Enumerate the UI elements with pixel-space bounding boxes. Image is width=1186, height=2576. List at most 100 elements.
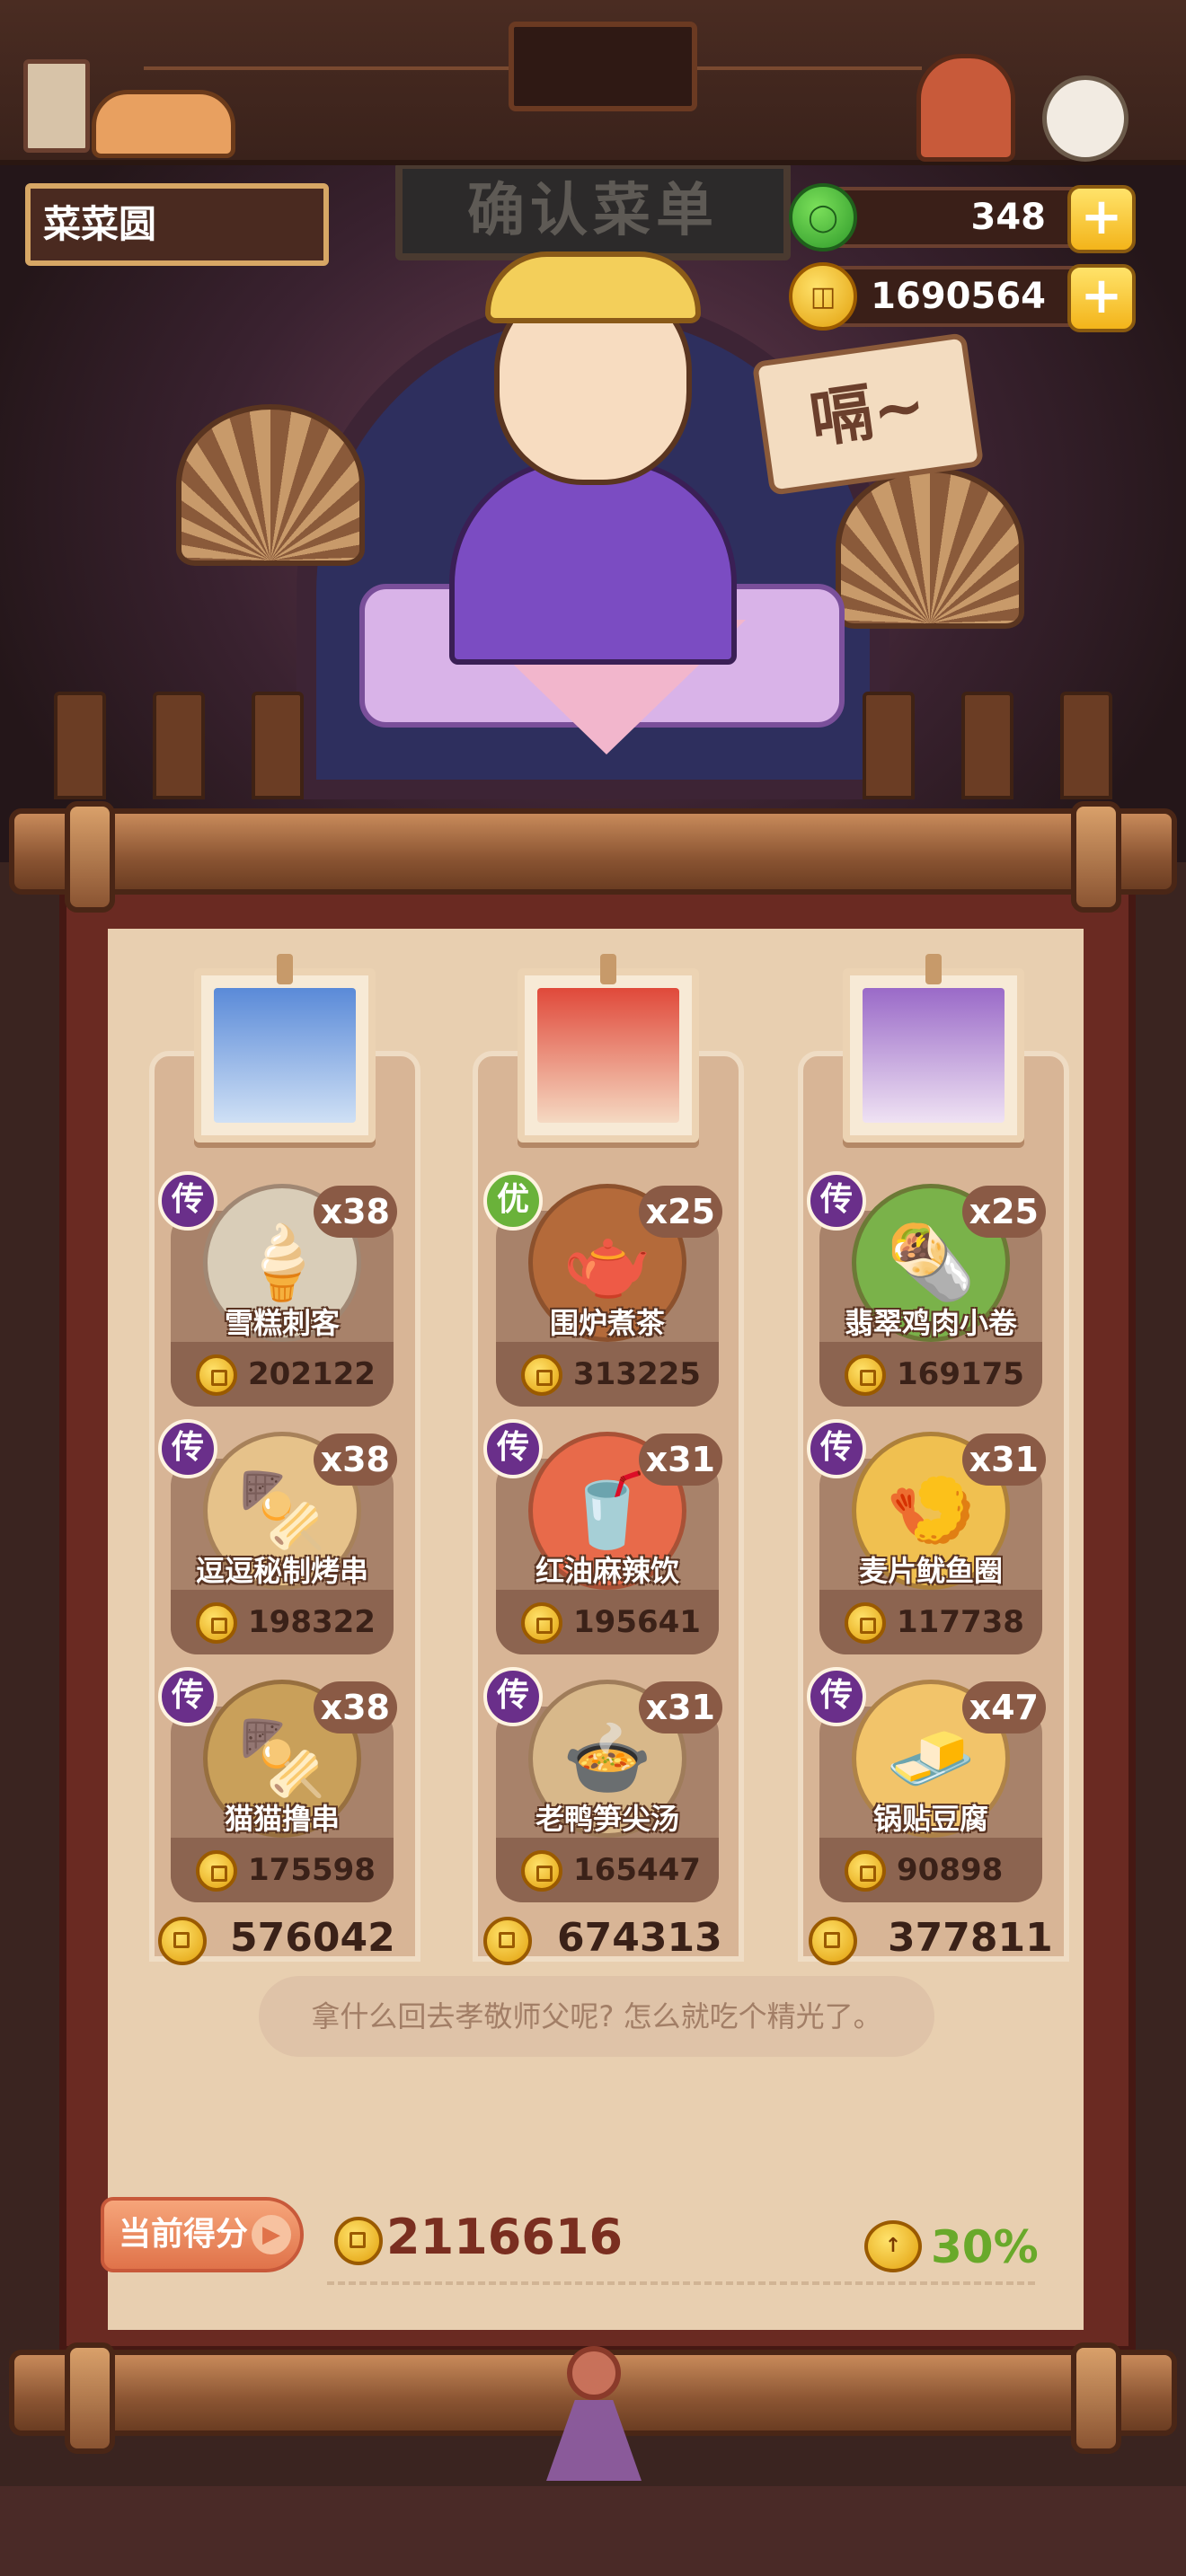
dish-name: 锅贴豆腐 [872,1802,988,1836]
coin-icon [845,1850,886,1892]
current-score-button[interactable]: 当前得分 ▶ [101,2197,304,2272]
rope-left [144,66,509,70]
dish-quantity: x38 [313,1681,397,1734]
coin-icon [334,2217,383,2265]
guest-portrait-3[interactable] [843,954,1024,1142]
fan-decoration-left [176,404,365,566]
coin-icon [521,1354,562,1396]
rarity-badge: 传 [807,1667,866,1726]
decorative-knot [546,2346,642,2481]
coin-icon [483,1917,532,1965]
dish-quantity: x38 [313,1434,397,1486]
dish-card[interactable]: 🍦 传 x38 雪糕刺客 202122 [158,1171,397,1407]
coin-icon [196,1354,237,1396]
rarity-badge: 传 [483,1419,543,1478]
guest-portrait-1[interactable] [194,954,376,1142]
coin-icon [845,1354,886,1396]
rope-right [697,66,922,70]
bonus-percentage: 30% [931,2221,1039,2273]
guest-avatar [537,988,679,1123]
chevron-right-icon: ▶ [252,2215,291,2254]
column-total-1: 576042 [230,1915,395,1961]
dish-quantity: x25 [961,1186,1046,1238]
coin-currency-bar: ◫ 1690564 + [789,262,1136,332]
dish-quantity: x31 [638,1434,722,1486]
rarity-badge: 传 [158,1419,217,1478]
rarity-badge: 优 [483,1171,543,1231]
jade-icon: ◯ [789,183,857,251]
scroll-rod-top [9,801,1177,913]
rarity-badge: 传 [158,1667,217,1726]
dish-price: 165447 [573,1852,701,1888]
coin-icon [521,1602,562,1644]
column-total-2: 674313 [557,1915,722,1961]
rarity-badge: 传 [807,1171,866,1231]
top-bar [0,0,1186,165]
dish-quantity: x25 [638,1186,722,1238]
coin-icon [196,1602,237,1644]
dish-card[interactable]: 🍢 传 x38 猫猫撸串 175598 [158,1667,397,1902]
dish-name: 麦片鱿鱼圈 [858,1554,1003,1588]
dish-price: 198322 [248,1604,376,1640]
dish-name: 翡翠鸡肉小卷 [844,1306,1017,1340]
dish-price: 195641 [573,1604,701,1640]
coin-icon [809,1917,857,1965]
guest-avatar [214,988,356,1123]
guest-avatar [863,988,1005,1123]
customer-character[interactable] [395,225,791,692]
bottom-bar [0,2486,1186,2576]
jade-currency-bar: ◯ 348 + [789,183,1136,253]
rarity-badge: 传 [158,1171,217,1231]
dish-price: 117738 [897,1604,1024,1640]
coin-amount: 1690564 [871,276,1046,317]
jade-amount: 348 [970,197,1047,238]
dish-card[interactable]: 🫖 优 x25 围炉煮茶 313225 [483,1171,722,1407]
dish-card[interactable]: 🥤 传 x31 红油麻辣饮 195641 [483,1419,722,1654]
dish-card[interactable]: 🍲 传 x31 老鸭笋尖汤 165447 [483,1667,722,1902]
dish-price: 202122 [248,1356,376,1392]
coin-icon [158,1917,207,1965]
dish-name: 老鸭笋尖汤 [535,1802,679,1836]
fence-left [36,692,359,799]
dish-name: 雪糕刺客 [224,1306,340,1340]
dish-quantity: x38 [313,1186,397,1238]
score-value: 2116616 [386,2209,624,2265]
dish-quantity: x31 [961,1434,1046,1486]
dish-price: 169175 [897,1356,1024,1392]
player-name: 菜菜圆 [25,183,329,266]
dish-quantity: x31 [638,1681,722,1734]
guest-portrait-2[interactable] [518,954,699,1142]
chef-avatar-icon [916,54,1015,162]
customer-hat [485,251,701,323]
fence-right [845,692,1168,799]
coin-icon [196,1850,237,1892]
dish-name: 逗逗秘制烤串 [195,1554,368,1588]
cat-icon [92,90,235,158]
current-score-label: 当前得分 [119,2216,249,2253]
coin-icon: ◫ [789,262,857,331]
dish-card[interactable]: 🌯 传 x25 翡翠鸡肉小卷 169175 [807,1171,1046,1407]
fan-decoration-right [836,467,1024,629]
coin-icon [845,1602,886,1644]
rarity-badge: 传 [483,1667,543,1726]
dish-card[interactable]: 🍤 传 x31 麦片鱿鱼圈 117738 [807,1419,1046,1654]
dish-name: 围炉煮茶 [549,1306,665,1340]
rarity-badge: 传 [807,1419,866,1478]
customer-comment: 拿什么回去孝敬师父呢? 怎么就吃个精光了。 [259,1976,934,2057]
customer-body [449,458,737,665]
add-coin-button[interactable]: + [1067,264,1136,332]
dish-price: 175598 [248,1852,376,1888]
dish-price: 90898 [897,1852,1004,1888]
dish-card[interactable]: 🍢 传 x38 逗逗秘制烤串 198322 [158,1419,397,1654]
dish-name: 红油麻辣饮 [535,1554,679,1588]
dish-quantity: x47 [961,1681,1046,1734]
hanging-portrait-sign [509,22,697,111]
owl-mascot-icon [1042,75,1128,162]
scroll-notice-icon[interactable] [23,59,90,153]
score-divider [327,2281,1035,2285]
dish-card[interactable]: 🧈 传 x47 锅贴豆腐 90898 [807,1667,1046,1902]
dish-price: 313225 [573,1356,701,1392]
add-jade-button[interactable]: + [1067,185,1136,253]
coin-icon [521,1850,562,1892]
column-total-3: 377811 [888,1915,1053,1961]
